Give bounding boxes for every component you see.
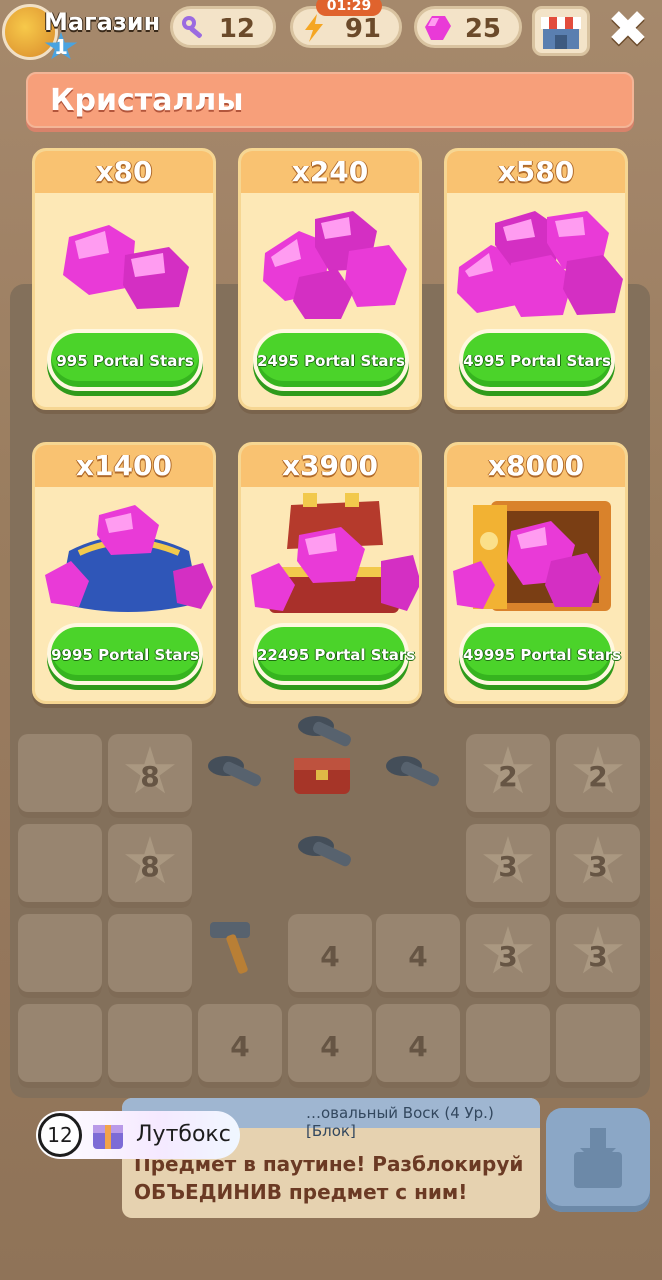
crystal-icon xyxy=(425,16,451,40)
crystal-pile-medium-icon xyxy=(263,211,407,319)
energy-timer: 01:29 xyxy=(316,0,382,16)
energy-value: 91 xyxy=(344,14,381,44)
buy-button[interactable]: 9995 Portal Stars xyxy=(47,623,203,685)
download-box-icon xyxy=(574,1128,622,1188)
crystal-chest-icon xyxy=(251,493,419,613)
offer-card[interactable]: x80 995 Portal Stars xyxy=(32,148,216,410)
price-label: 22495 Portal Stars xyxy=(257,646,416,664)
price-label: 2495 Portal Stars xyxy=(257,352,405,370)
shop-button[interactable] xyxy=(532,6,590,56)
offer-quantity: x240 xyxy=(291,155,369,188)
offer-card[interactable]: x8000 49995 Portal Stars xyxy=(444,442,628,704)
crystals-counter[interactable]: 25 xyxy=(414,6,522,48)
buy-button[interactable]: 22495 Portal Stars xyxy=(253,623,416,685)
offer-quantity: x80 xyxy=(95,155,153,188)
lightning-icon xyxy=(305,14,323,42)
key-icon xyxy=(182,16,202,39)
offer-card[interactable]: x3900 22495 Portal Stars xyxy=(238,442,422,704)
lootbox-icon xyxy=(93,1125,123,1149)
buy-button[interactable]: 49995 Portal Stars xyxy=(459,623,622,685)
price-label: 4995 Portal Stars xyxy=(463,352,611,370)
section-title: Кристаллы xyxy=(50,83,244,118)
offer-card[interactable]: x580 4995 Portal Stars xyxy=(444,148,628,410)
lootbox-label: Лутбокс xyxy=(136,1122,231,1147)
offer-quantity: x580 xyxy=(497,155,575,188)
price-label: 9995 Portal Stars xyxy=(51,646,199,664)
shop-icon xyxy=(541,17,581,49)
price-label: 49995 Portal Stars xyxy=(463,646,622,664)
price-label: 995 Portal Stars xyxy=(56,352,194,370)
crystals-value: 25 xyxy=(464,14,501,44)
offer-quantity: x1400 xyxy=(76,449,172,482)
keys-counter[interactable]: 12 xyxy=(170,6,276,48)
buy-button[interactable]: 4995 Portal Stars xyxy=(459,329,615,391)
info-title: …овальный Воск (4 Ур.) [Блок] xyxy=(306,1104,494,1140)
keys-value: 12 xyxy=(218,14,255,44)
buy-button[interactable]: 2495 Portal Stars xyxy=(253,329,409,391)
offer-quantity: x8000 xyxy=(488,449,584,482)
lootbox-button[interactable]: 12 Лутбокс xyxy=(36,1111,240,1159)
close-button[interactable]: ✖ xyxy=(600,2,656,56)
offer-quantity: x3900 xyxy=(282,449,378,482)
screen-title: Магазин xyxy=(44,8,161,36)
inventory-button[interactable] xyxy=(546,1108,650,1212)
offer-card[interactable]: x240 2495 Portal Stars xyxy=(238,148,422,410)
crystal-safe-icon xyxy=(453,501,611,611)
crystal-pile-small-icon xyxy=(63,225,189,309)
section-header: Кристаллы xyxy=(26,72,634,128)
top-hud: 1 Магазин 12 91 01:29 25 ✖ xyxy=(0,0,662,60)
offer-card[interactable]: x1400 9995 Portal Stars xyxy=(32,442,216,704)
crystal-purse-icon xyxy=(45,505,213,612)
crystal-pile-large-icon xyxy=(457,211,623,317)
buy-button[interactable]: 995 Portal Stars xyxy=(47,329,203,391)
lootbox-count: 12 xyxy=(38,1113,82,1157)
